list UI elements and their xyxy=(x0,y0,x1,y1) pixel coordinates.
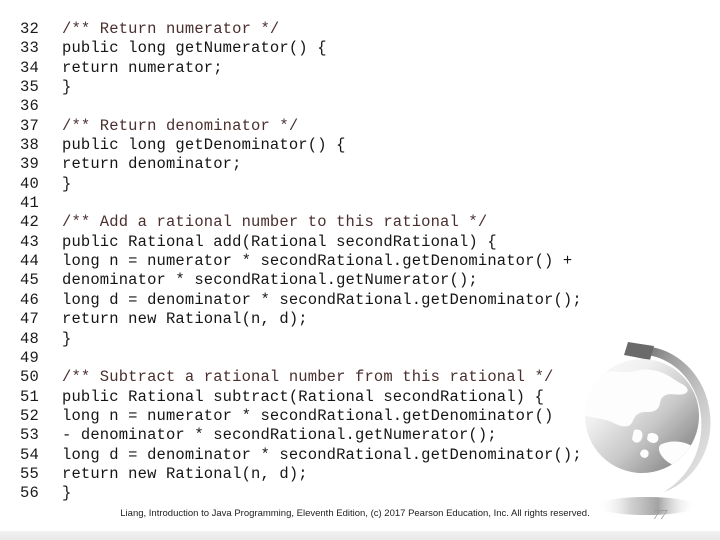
code-source-text: } xyxy=(62,484,72,503)
code-line: 56} xyxy=(0,484,720,503)
code-line-number: 56 xyxy=(20,484,39,503)
page-number: 77 xyxy=(653,508,667,523)
code-source-text: denominator * secondRational.getNumerato… xyxy=(62,271,478,290)
code-line: 50 /** Subtract a rational number from th… xyxy=(0,368,720,387)
code-line: 33 public long getNumerator() { xyxy=(0,39,720,58)
code-line: 40} xyxy=(0,175,720,194)
code-comment-text: /** Add a rational number to this ration… xyxy=(62,213,488,232)
code-source-text: return new Rational(n, d); xyxy=(62,310,308,329)
code-source-text: public Rational subtract(Rational second… xyxy=(62,387,545,406)
code-line: 32 /** Return numerator */ xyxy=(0,20,720,39)
code-line-number: 47 xyxy=(20,310,39,329)
code-source-text: long n = numerator * secondRational.getD… xyxy=(62,252,573,271)
code-line-number: 32 xyxy=(20,20,39,38)
code-source-text: public long getDenominator() { xyxy=(62,136,346,155)
code-line-number: 38 xyxy=(20,136,39,155)
code-line-number: 45 xyxy=(20,271,39,290)
code-line-number: 50 xyxy=(20,368,39,387)
code-line: 46 long d = denominator * secondRational.… xyxy=(0,291,720,310)
code-line-number: 55 xyxy=(20,464,39,483)
code-line-number: 33 xyxy=(20,39,39,58)
code-line: 48} xyxy=(0,330,720,349)
code-line: 34 return numerator; xyxy=(0,59,720,78)
code-listing: 32 /** Return numerator */ 33 public long g… xyxy=(0,20,720,504)
code-source-text: long d = denominator * secondRational.ge… xyxy=(62,445,582,464)
code-source-text: long n = numerator * secondRational.getD… xyxy=(62,406,554,425)
code-line-number: 40 xyxy=(20,174,39,193)
code-line-number: 36 xyxy=(20,97,39,116)
code-source-text: long d = denominator * secondRational.ge… xyxy=(62,290,582,309)
bottom-band xyxy=(0,531,720,540)
code-line: 37 /** Return denominator */ xyxy=(0,117,720,136)
code-line-number: 49 xyxy=(20,348,39,367)
code-line: 41 xyxy=(0,194,720,213)
code-line-number: 41 xyxy=(20,194,39,213)
code-line: 36 xyxy=(0,97,720,116)
code-line: 35} xyxy=(0,78,720,97)
slide-canvas: 32 /** Return numerator */ 33 public long g… xyxy=(0,0,720,540)
code-line: 53 - denominator * secondRational.getNume… xyxy=(0,426,720,445)
code-source-text: return new Rational(n, d); xyxy=(62,464,308,483)
code-line-number: 37 xyxy=(20,116,39,135)
code-source-text: } xyxy=(62,329,72,348)
code-line: 43 public Rational add(Rational secondRat… xyxy=(0,233,720,252)
code-line: 55 return new Rational(n, d); xyxy=(0,465,720,484)
code-comment-text: /** Return denominator */ xyxy=(62,116,299,135)
code-line-number: 44 xyxy=(20,252,39,271)
code-line-number: 39 xyxy=(20,155,39,174)
code-line: 49 xyxy=(0,349,720,368)
code-line: 38 public long getDenominator() { xyxy=(0,136,720,155)
code-source-text: return numerator; xyxy=(62,58,223,77)
code-source-text: public Rational add(Rational secondRatio… xyxy=(62,232,497,251)
code-line-number: 54 xyxy=(20,445,39,464)
code-line: 54 long d = denominator * secondRational.… xyxy=(0,446,720,465)
code-line: 44 long n = numerator * secondRational.ge… xyxy=(0,252,720,271)
code-source-text: return denominator; xyxy=(62,155,242,174)
code-line-number: 35 xyxy=(20,78,39,97)
code-comment-text: /** Subtract a rational number from this… xyxy=(62,368,554,387)
code-line-number: 42 xyxy=(20,213,39,232)
code-line-number: 34 xyxy=(20,58,39,77)
code-line-number: 51 xyxy=(20,387,39,406)
code-line: 47 return new Rational(n, d); xyxy=(0,310,720,329)
code-line: 42 /** Add a rational number to this rati… xyxy=(0,213,720,232)
code-line-number: 48 xyxy=(20,329,39,348)
code-source-text: public long getNumerator() { xyxy=(62,39,327,58)
code-source-text: - denominator * secondRational.getNumera… xyxy=(62,426,497,445)
code-line-number: 52 xyxy=(20,406,39,425)
code-line-number: 43 xyxy=(20,232,39,251)
code-source-text: } xyxy=(62,78,72,97)
code-source-text: } xyxy=(62,174,72,193)
code-line: 51 public Rational subtract(Rational seco… xyxy=(0,388,720,407)
footer-credit-text: Liang, Introduction to Java Programming,… xyxy=(120,508,590,519)
code-line-number: 46 xyxy=(20,290,39,309)
code-line: 39 return denominator; xyxy=(0,155,720,174)
code-line: 45 denominator * secondRational.getNumera… xyxy=(0,271,720,290)
code-line: 52 long n = numerator * secondRational.ge… xyxy=(0,407,720,426)
code-comment-text: /** Return numerator */ xyxy=(62,20,280,38)
code-line-number: 53 xyxy=(20,426,39,445)
